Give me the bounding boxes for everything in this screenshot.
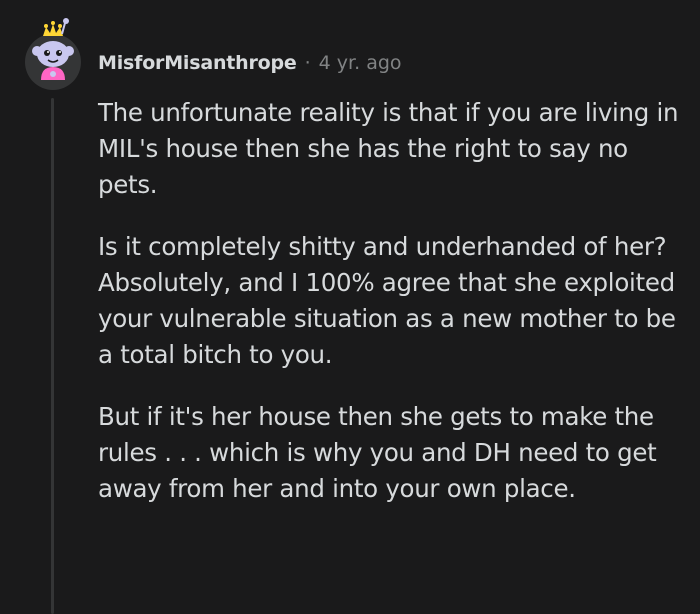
comment-paragraph: But if it's her house then she gets to m…	[98, 402, 657, 503]
comment-meta: MisforMisanthrope · 4 yr. ago	[98, 48, 402, 78]
comment: MisforMisanthrope · 4 yr. ago The unfort…	[0, 0, 700, 614]
comment-age: 4 yr. ago	[318, 52, 402, 74]
comment-paragraph: Is it completely shitty and underhanded …	[98, 232, 676, 369]
snoo-avatar-icon	[25, 18, 81, 90]
thread-line[interactable]	[51, 98, 54, 614]
comment-paragraph: The unfortunate reality is that if you a…	[98, 98, 679, 199]
comment-body: The unfortunate reality is that if you a…	[98, 95, 688, 533]
avatar[interactable]	[22, 14, 86, 94]
username-link[interactable]: MisforMisanthrope	[98, 52, 297, 74]
separator-dot: ·	[304, 52, 311, 74]
